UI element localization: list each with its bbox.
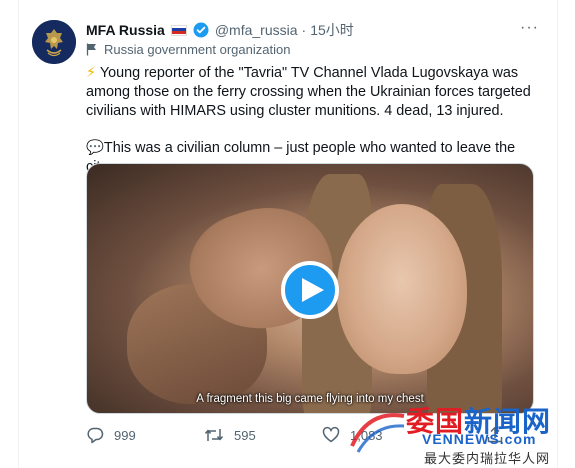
tweet-header: MFA Russia @mfa_russia · 15小时 [86, 20, 354, 40]
more-options-icon[interactable]: ··· [520, 20, 539, 36]
separator-dot: · [301, 22, 307, 38]
tweet-timestamp[interactable]: 15小时 [310, 20, 354, 40]
account-name[interactable]: MFA Russia [86, 22, 165, 38]
verified-badge-icon [193, 22, 209, 38]
tweet-text-line1: Young reporter of the "Tavria" TV Channe… [86, 65, 531, 119]
coat-of-arms-icon [32, 20, 76, 64]
tweet-text: ⚡ Young reporter of the "Tavria" TV Chan… [86, 64, 532, 177]
retweet-count: 595 [234, 427, 256, 443]
russia-flag-icon [170, 24, 187, 36]
watermark-swoosh-icon [350, 413, 405, 453]
avatar[interactable] [32, 20, 76, 64]
watermark-slogan: 最大委内瑞拉华人网 [424, 452, 551, 467]
reply-icon [87, 427, 104, 444]
government-label-text: Russia government organization [104, 42, 291, 57]
watermark-domain: VENNEWS.com [422, 431, 537, 447]
lightning-emoji-icon: ⚡ [86, 65, 97, 81]
reply-button[interactable]: 999 [86, 426, 136, 444]
government-label: Russia government organization [86, 42, 290, 57]
speech-bubble-emoji-icon: 💬 [86, 140, 104, 156]
reply-count: 999 [114, 427, 136, 443]
watermark: 委国新闻网 VENNEWS.com 最大委内瑞拉华人网 [348, 400, 573, 467]
play-icon [301, 278, 324, 302]
flag-icon [86, 43, 96, 56]
retweet-button[interactable]: 595 [204, 426, 256, 444]
video-frame-face [337, 204, 467, 374]
video-player[interactable]: A fragment this big came flying into my … [86, 163, 534, 414]
account-handle[interactable]: @mfa_russia [215, 22, 298, 38]
heart-icon [322, 426, 340, 443]
retweet-icon [204, 429, 224, 441]
play-button[interactable] [281, 261, 339, 319]
